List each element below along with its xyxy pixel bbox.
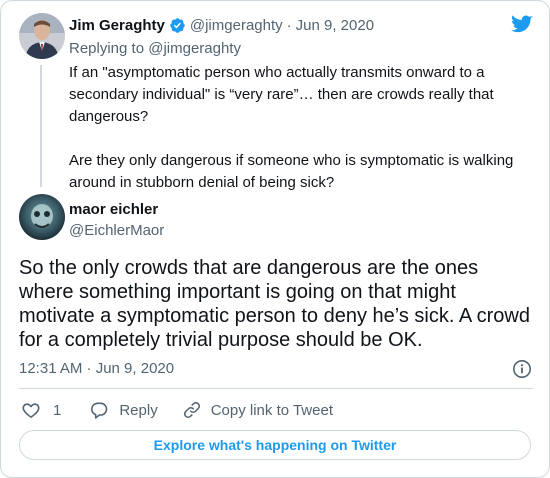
link-icon bbox=[182, 400, 202, 420]
quoted-paragraph-1: If an "asymptomatic person who actually … bbox=[69, 64, 494, 125]
copy-link-label: Copy link to Tweet bbox=[210, 401, 333, 419]
reply-icon bbox=[89, 400, 109, 420]
main-author-handle[interactable]: @EichlerMaor bbox=[69, 222, 164, 239]
heart-icon bbox=[21, 400, 41, 420]
reply-label: Reply bbox=[119, 401, 158, 419]
thread-connector-line bbox=[40, 65, 42, 187]
quoted-tweet-date[interactable]: Jun 9, 2020 bbox=[296, 17, 374, 34]
separator-dot: · bbox=[286, 17, 292, 34]
tweet-actions: 1 Reply Copy link to Tweet bbox=[19, 399, 333, 421]
main-author-name[interactable]: maor eichler bbox=[69, 201, 158, 218]
twitter-logo-icon[interactable] bbox=[511, 15, 533, 39]
verified-badge-icon bbox=[169, 17, 186, 34]
reply-button[interactable]: Reply bbox=[89, 400, 158, 420]
quoted-tweet-text: If an "asymptomatic person who actually … bbox=[69, 62, 529, 216]
quoted-author-handle[interactable]: @jimgeraghty bbox=[190, 17, 283, 34]
copy-link-button[interactable]: Copy link to Tweet bbox=[182, 400, 333, 420]
quoted-author-name[interactable]: Jim Geraghty bbox=[69, 17, 165, 34]
maor-eichler-avatar[interactable] bbox=[19, 194, 65, 240]
explore-twitter-button[interactable]: Explore what's happening on Twitter bbox=[19, 430, 531, 460]
like-count: 1 bbox=[53, 401, 62, 419]
quoted-tweet-header: Jim Geraghty @jimgeraghty · Jun 9, 2020 bbox=[69, 17, 374, 34]
quoted-paragraph-2: Are they only dangerous if someone who i… bbox=[69, 152, 514, 191]
like-button[interactable]: 1 bbox=[19, 400, 61, 420]
divider bbox=[19, 388, 533, 389]
info-icon[interactable] bbox=[512, 359, 532, 384]
main-tweet-text: So the only crowds that are dangerous ar… bbox=[19, 257, 530, 351]
replying-to[interactable]: Replying to @jimgeraghty bbox=[69, 40, 241, 57]
tweet-embed-card: Jim Geraghty @jimgeraghty · Jun 9, 2020 … bbox=[0, 0, 550, 478]
tweet-timestamp[interactable]: 12:31 AM · Jun 9, 2020 bbox=[19, 360, 174, 377]
jim-geraghty-avatar[interactable] bbox=[19, 13, 65, 59]
